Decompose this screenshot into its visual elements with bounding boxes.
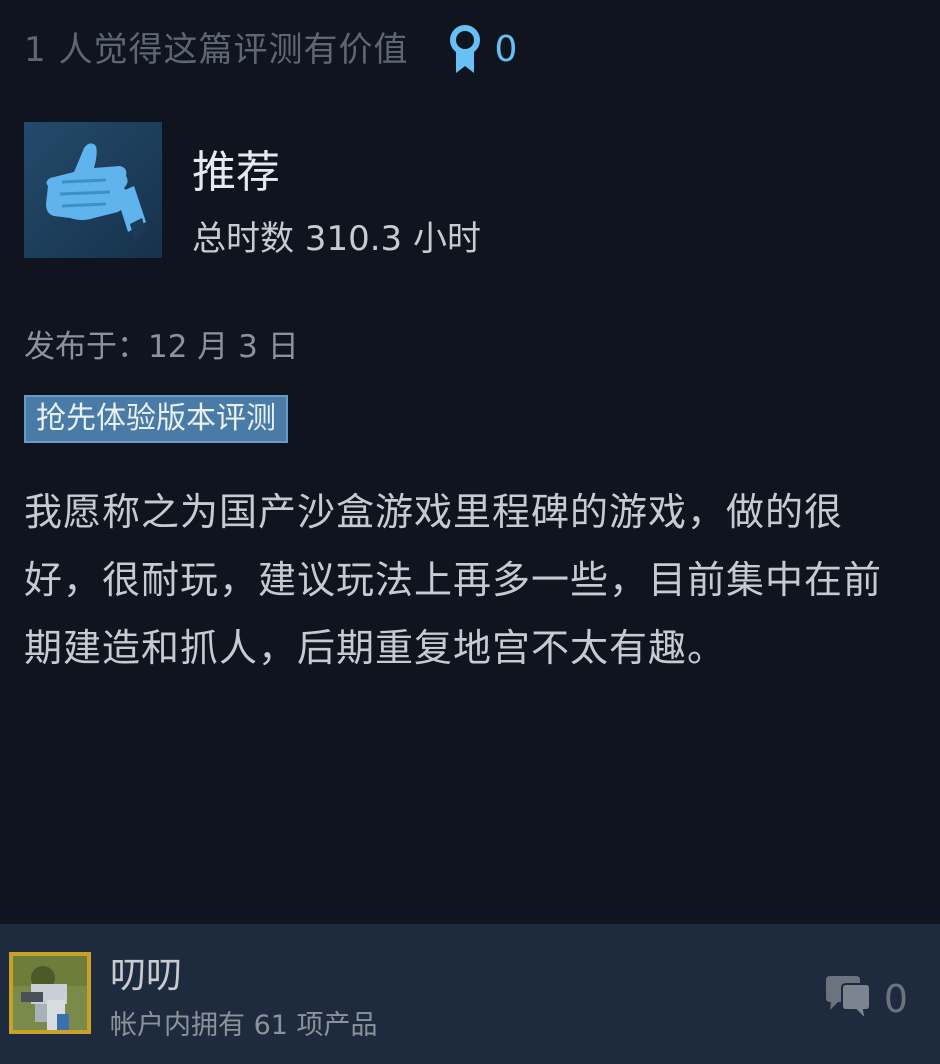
helpful-row: 1 人觉得这篇评测有价值 0	[24, 22, 517, 78]
award-button[interactable]: 0	[448, 22, 517, 78]
author-name[interactable]: 叨叨	[110, 950, 182, 1002]
early-access-badge: 抢先体验版本评测	[24, 395, 288, 443]
posted-date: 发布于：12 月 3 日	[24, 329, 299, 365]
comments-button[interactable]: 0	[822, 974, 908, 1024]
review-card: 1 人觉得这篇评测有价值 0 推荐 总时数 310.3 小时 发布于：12 月 …	[0, 0, 940, 1064]
review-body: 我愿称之为国产沙盒游戏里程碑的游戏，做的很好，很耐玩，建议玩法上再多一些，目前集…	[24, 490, 883, 670]
recommendation-title: 推荐	[192, 147, 280, 198]
comment-count: 0	[883, 977, 908, 1021]
avatar-image	[13, 956, 87, 1030]
playtime-text: 总时数 310.3 小时	[192, 219, 481, 259]
recommendation-thumb	[24, 122, 162, 258]
review-footer: 叨叨 帐户内拥有 61 项产品 0	[0, 924, 940, 1064]
helpful-count-text: 1 人觉得这篇评测有价值	[24, 30, 409, 70]
award-ribbon-icon	[450, 25, 481, 73]
award-count: 0	[494, 29, 518, 70]
comment-bubble-icon	[825, 976, 871, 1024]
thumbs-up-icon	[46, 143, 146, 238]
avatar[interactable]	[9, 952, 91, 1034]
author-products: 帐户内拥有 61 项产品	[110, 1010, 378, 1041]
